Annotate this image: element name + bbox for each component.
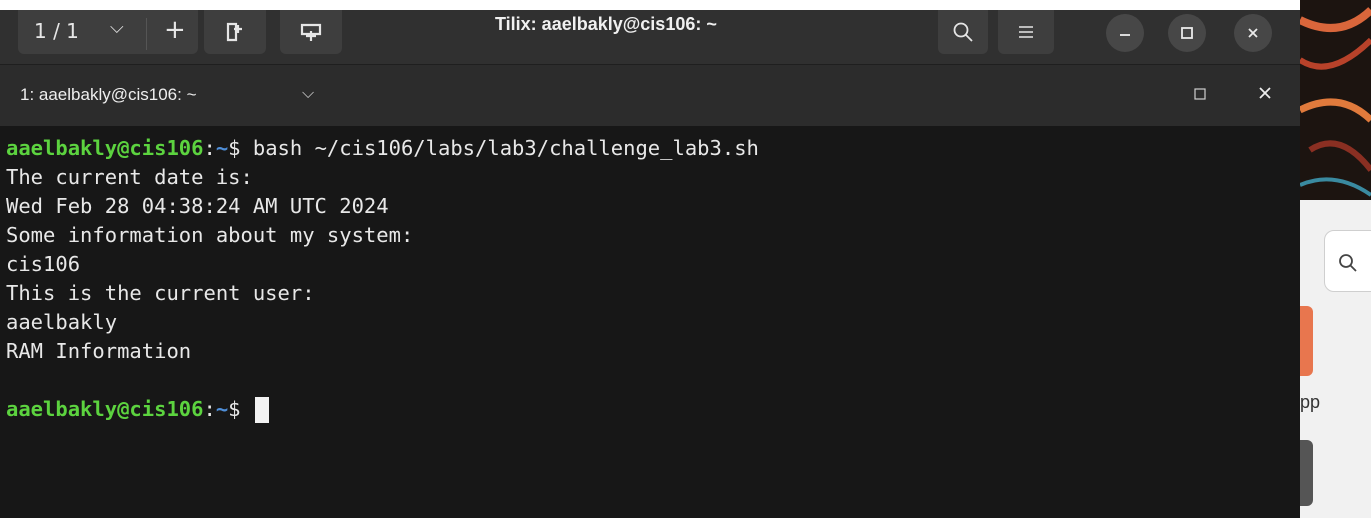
text-cursor: [254, 397, 269, 423]
prompt-separator: :: [203, 136, 216, 160]
split-down-button[interactable]: [280, 10, 342, 54]
command-line: aaelbakly@cis106:~$ bash ~/cis106/labs/l…: [6, 134, 1300, 163]
divider: [146, 18, 147, 50]
menu-button[interactable]: [998, 10, 1054, 54]
chevron-down-icon: ⌵: [110, 17, 124, 38]
prompt-line: aaelbakly@cis106:~$: [6, 395, 1300, 424]
prompt-symbol: $: [228, 136, 253, 160]
terminal-close-icon[interactable]: [1258, 81, 1272, 105]
output-line: The current date is:: [6, 165, 253, 189]
wallpaper: [1300, 0, 1371, 200]
split-right-icon: [226, 22, 242, 42]
prompt-user: aaelbakly@cis106: [6, 136, 204, 160]
tilix-window: 1 / 1 ⌵ + Tilix: aaelbakly@cis106: ~ 1: …: [0, 0, 1300, 518]
output-line: RAM Information: [6, 339, 192, 363]
session-switcher-button[interactable]: 1 / 1 ⌵ +: [18, 10, 198, 54]
maximize-icon: [1181, 27, 1193, 39]
terminal-maximize-icon[interactable]: [1194, 85, 1206, 104]
output-line: cis106: [6, 252, 81, 276]
terminal-header: 1: aaelbakly@cis106: ~ ⌵: [0, 65, 1300, 127]
search-icon: [1338, 253, 1358, 279]
prompt-separator: :: [203, 397, 216, 421]
background-desktop: pp: [1300, 0, 1371, 518]
output-line: Some information about my system:: [6, 223, 414, 247]
top-edge: [0, 0, 1300, 10]
output-line: This is the current user:: [6, 281, 315, 305]
window-title: Tilix: aaelbakly@cis106: ~: [495, 14, 717, 34]
background-app-label: pp: [1300, 392, 1321, 412]
terminal-title[interactable]: 1: aaelbakly@cis106: ~: [20, 85, 197, 105]
chevron-down-icon[interactable]: ⌵: [302, 83, 314, 103]
plus-icon[interactable]: +: [164, 15, 186, 45]
close-button[interactable]: [1234, 14, 1272, 52]
prompt-user: aaelbakly@cis106: [6, 397, 204, 421]
prompt-path: ~: [215, 397, 229, 421]
output-line: aaelbakly: [6, 310, 118, 334]
session-count: 1 / 1: [34, 19, 79, 43]
minimize-icon: [1120, 34, 1130, 36]
output-line: Wed Feb 28 04:38:24 AM UTC 2024: [6, 194, 389, 218]
command-text: bash ~/cis106/labs/lab3/challenge_lab3.s…: [252, 136, 759, 160]
search-icon: [953, 22, 973, 42]
app-tile: [1300, 306, 1313, 376]
close-icon: [1248, 28, 1258, 38]
prompt-path: ~: [215, 136, 229, 160]
split-down-icon: [300, 23, 322, 41]
minimize-button[interactable]: [1106, 14, 1144, 52]
terminal-output[interactable]: aaelbakly@cis106:~$ bash ~/cis106/labs/l…: [0, 126, 1300, 518]
hamburger-menu-icon: [1019, 26, 1033, 38]
search-button[interactable]: [938, 10, 988, 54]
split-right-button[interactable]: [204, 10, 266, 54]
prompt-symbol: $: [228, 397, 253, 421]
app-tile: [1300, 440, 1313, 506]
title-bar: 1 / 1 ⌵ + Tilix: aaelbakly@cis106: ~: [0, 0, 1300, 65]
maximize-button[interactable]: [1168, 14, 1206, 52]
